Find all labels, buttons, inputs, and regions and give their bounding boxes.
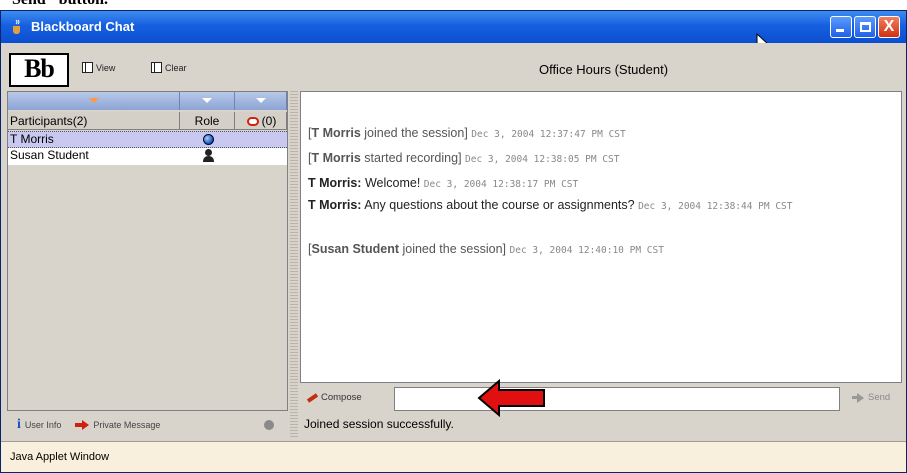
status-message: Joined session successfully. xyxy=(304,417,454,431)
window-title: Blackboard Chat xyxy=(31,19,135,34)
red-arrow-icon xyxy=(477,378,545,418)
sort-participants-button[interactable] xyxy=(8,92,180,110)
chat-message: [T Morris started recording] Dec 3, 2004… xyxy=(308,151,620,165)
clear-label: Clear xyxy=(165,62,187,73)
message-timestamp: Dec 3, 2004 12:38:17 PM CST xyxy=(423,179,579,190)
java-cup-icon xyxy=(13,19,20,34)
participant-row[interactable]: T Morris xyxy=(8,131,287,148)
clear-button[interactable]: Clear xyxy=(151,62,187,73)
sort-row xyxy=(8,92,287,110)
minimize-icon xyxy=(836,29,844,32)
applet-label: Java Applet Window xyxy=(10,451,110,463)
participants-panel: Participants(2) Role (0) T Morris Susan … xyxy=(7,91,288,411)
sort-arrow-icon xyxy=(88,98,99,103)
compose-label: Compose xyxy=(321,392,362,403)
person-icon xyxy=(203,149,214,162)
pencil-icon xyxy=(306,393,318,403)
close-button[interactable]: X xyxy=(878,16,900,38)
participant-name: Susan Student xyxy=(10,148,89,162)
chat-transcript: [T Morris joined the session] Dec 3, 200… xyxy=(300,91,902,383)
role-cell xyxy=(180,148,235,163)
send-button[interactable]: Send xyxy=(852,392,890,403)
minimize-button[interactable] xyxy=(830,16,852,38)
view-label: View xyxy=(96,62,116,73)
chat-message: [Susan Student joined the session] Dec 3… xyxy=(308,242,664,256)
message-sender: T Morris xyxy=(311,126,361,140)
maximize-icon xyxy=(860,22,871,32)
close-icon: X xyxy=(883,18,895,35)
role-column-header[interactable]: Role xyxy=(180,112,235,130)
maximize-button[interactable] xyxy=(854,16,876,38)
message-sender: T Morris xyxy=(311,151,361,165)
send-icon xyxy=(852,393,864,403)
sort-arrow-icon xyxy=(202,98,212,103)
message-sender: Susan Student xyxy=(311,242,399,256)
message-input[interactable] xyxy=(394,387,840,411)
private-message-icon xyxy=(75,420,90,430)
hand-column-header[interactable]: (0) xyxy=(235,112,287,130)
message-sender: T Morris: xyxy=(308,198,362,212)
toolbar: Bb View Clear Office Hours (Student) xyxy=(1,43,906,91)
send-label: Send xyxy=(868,392,891,403)
message-sender: T Morris: xyxy=(308,176,362,190)
view-icon xyxy=(82,62,93,73)
participant-name: T Morris xyxy=(10,132,54,146)
compose-bar: Compose Send xyxy=(300,383,902,413)
participants-column-header[interactable]: Participants(2) xyxy=(8,112,180,130)
message-timestamp: Dec 3, 2004 12:37:47 PM CST xyxy=(471,129,626,140)
hand-cell xyxy=(235,132,287,147)
document-fragment: Send" button. xyxy=(0,0,907,10)
participants-footer: i User Info Private Message xyxy=(7,411,288,439)
user-info-button[interactable]: User Info xyxy=(25,420,62,430)
info-icon: i xyxy=(17,417,21,432)
participants-header: Participants(2) Role (0) xyxy=(8,112,287,130)
hand-count: (0) xyxy=(261,114,277,128)
message-timestamp: Dec 3, 2004 12:40:10 PM CST xyxy=(509,245,664,256)
role-cell xyxy=(180,132,235,147)
panel-splitter[interactable] xyxy=(290,91,298,439)
participant-row[interactable]: Susan Student xyxy=(8,148,287,165)
sort-hand-button[interactable] xyxy=(235,92,287,110)
chat-message: T Morris: Welcome! Dec 3, 2004 12:38:17 … xyxy=(308,176,579,190)
message-timestamp: Dec 3, 2004 12:38:44 PM CST xyxy=(638,201,793,212)
hand-toggle-icon[interactable] xyxy=(264,420,274,430)
sort-arrow-icon xyxy=(255,98,266,103)
hand-cell xyxy=(235,148,287,163)
private-message-button[interactable]: Private Message xyxy=(93,420,160,430)
clear-icon xyxy=(151,62,162,73)
chat-message: [T Morris joined the session] Dec 3, 200… xyxy=(308,126,626,140)
raise-hand-icon xyxy=(246,116,259,126)
compose-button[interactable]: Compose xyxy=(306,392,362,403)
session-title: Office Hours (Student) xyxy=(538,62,669,77)
globe-icon xyxy=(203,134,214,145)
cut-off-text: Send" button. xyxy=(12,0,108,9)
sort-role-button[interactable] xyxy=(180,92,235,110)
chat-message: T Morris: Any questions about the course… xyxy=(308,198,793,212)
message-timestamp: Dec 3, 2004 12:38:05 PM CST xyxy=(465,154,620,165)
applet-warning-bar: Java Applet Window xyxy=(1,441,906,472)
chat-window: Blackboard Chat X Bb View Clear Office H… xyxy=(0,10,907,473)
view-button[interactable]: View xyxy=(82,62,115,73)
blackboard-logo: Bb xyxy=(9,53,69,87)
